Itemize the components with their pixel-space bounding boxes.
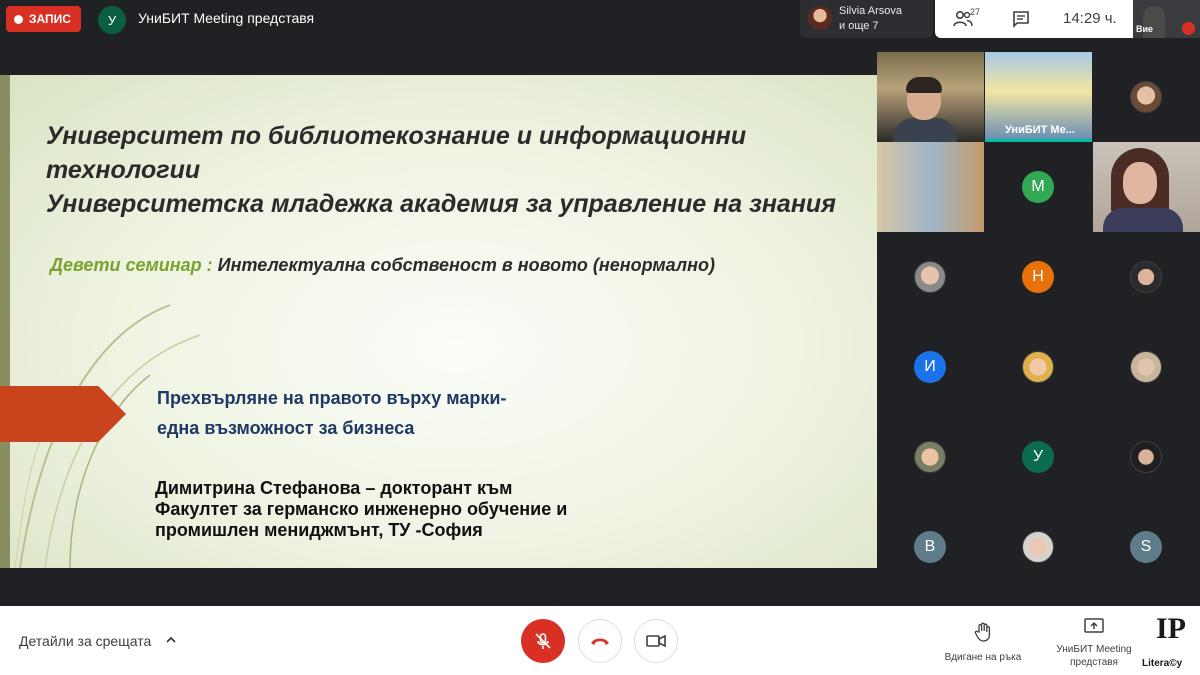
participant-tile[interactable]: У [985, 412, 1092, 502]
participant-avatar [808, 6, 832, 30]
slide-topic: Прехвърляне на правото върху марки- една… [157, 383, 506, 443]
participant-tile[interactable]: М [985, 142, 1092, 232]
tile-label: УниБИТ Ме... [1005, 124, 1075, 136]
participant-tile[interactable] [985, 322, 1092, 412]
participant-avatar: S [1130, 531, 1162, 563]
slide-title: Университет по библиотекознание и информ… [46, 119, 856, 221]
participant-avatar [1130, 81, 1162, 113]
participant-tile[interactable]: В [877, 502, 984, 592]
bottom-controls-bar: Детайли за срещата Вдигане на ръка УниБИ… [0, 606, 1200, 675]
raise-hand-button[interactable]: Вдигане на ръка [930, 622, 1036, 664]
participant-video [893, 118, 957, 142]
mic-off-icon [535, 633, 551, 649]
meet-window: ЗАПИС У УниБИТ Meeting представя Silvia … [0, 0, 1200, 675]
participant-avatar [914, 441, 946, 473]
self-mic-off-icon [1182, 22, 1195, 35]
participant-avatar [1130, 351, 1162, 383]
participant-avatar [914, 261, 946, 293]
chat-icon[interactable] [1012, 10, 1030, 28]
participant-tile[interactable]: S [1093, 502, 1200, 592]
participant-video [1123, 162, 1157, 204]
participant-avatar: И [914, 351, 946, 383]
end-call-icon [591, 638, 609, 645]
author-line3: промишлен мениджмънт, ТУ -София [155, 520, 483, 540]
participant-avatar: М [1022, 171, 1054, 203]
participant-avatar [1130, 261, 1162, 293]
topic-line1: Прехвърляне на правото върху марки- [157, 388, 507, 408]
raise-hand-label: Вдигане на ръка [944, 652, 1022, 663]
participant-name: Silvia Arsova [839, 5, 902, 17]
seminar-label: Девети семинар : [50, 255, 213, 275]
participant-tile[interactable] [1093, 232, 1200, 322]
participant-tile[interactable] [877, 52, 984, 142]
participant-tile[interactable] [877, 232, 984, 322]
presenter-text: УниБИТ Meeting представя [138, 10, 315, 26]
participant-tile[interactable]: И [877, 322, 984, 412]
camera-toggle-button[interactable] [634, 619, 678, 663]
slide-author: Димитрина Стефанова – докторант към Факу… [155, 478, 567, 541]
participant-avatar: Н [1022, 261, 1054, 293]
participant-video [906, 77, 942, 93]
participant-tile[interactable] [1093, 322, 1200, 412]
participant-avatar [1022, 531, 1054, 563]
participant-tile[interactable] [877, 142, 984, 232]
logo-letters: IP [1156, 612, 1186, 645]
participant-tile-presenting[interactable]: УниБИТ Ме... [985, 52, 1092, 142]
participant-tile[interactable] [1093, 142, 1200, 232]
presenter-avatar: У [98, 6, 126, 34]
present-icon [1084, 618, 1104, 633]
author-line1: Димитрина Стефанова – докторант към [155, 478, 513, 498]
participant-avatar [1130, 441, 1162, 473]
recording-label: ЗАПИС [29, 12, 71, 26]
participant-avatar: В [914, 531, 946, 563]
meeting-details-button[interactable]: Детайли за срещата [19, 633, 151, 649]
people-count: 27 [970, 7, 981, 17]
seminar-title: Интелектуална собственост в новото (нено… [212, 255, 715, 275]
ip-literacy-logo: IP Litera©y [1142, 612, 1196, 672]
topic-line2: една възможност за бизнеса [157, 418, 415, 438]
participant-tile[interactable] [1093, 412, 1200, 502]
recording-dot-icon [14, 14, 23, 24]
self-view-tile[interactable]: Вие [1133, 0, 1200, 38]
participant-avatar: У [1022, 441, 1054, 473]
presentation-slide: Университет по библиотекознание и информ… [0, 75, 877, 568]
active-speakers[interactable]: Silvia Arsova и още 7 [800, 0, 933, 38]
recording-badge[interactable]: ЗАПИС [6, 6, 81, 32]
chevron-up-icon[interactable] [164, 633, 178, 647]
logo-subtitle: Litera©y [1142, 658, 1183, 669]
clock: 14:29 ч. [1063, 10, 1117, 27]
participant-tile[interactable]: Н [985, 232, 1092, 322]
self-label: Вие [1136, 24, 1154, 34]
meeting-toolbar: 27 14:29 ч. [935, 0, 1133, 38]
mic-toggle-button[interactable] [521, 619, 565, 663]
slide-title-line2: Университетска младежка академия за упра… [46, 190, 836, 218]
slide-seminar: Девети семинар : Интелектуална собствено… [50, 255, 715, 276]
participant-avatar [1022, 351, 1054, 383]
present-label-line1: УниБИТ Meeting [1056, 644, 1132, 655]
participant-tile[interactable] [985, 502, 1092, 592]
participant-more: и още 7 [839, 20, 879, 32]
present-button[interactable]: УниБИТ Meeting представя [1050, 618, 1138, 669]
participant-tile[interactable] [877, 412, 984, 502]
participant-grid: УниБИТ Ме... М Н И У В S [877, 52, 1200, 593]
author-line2: Факултет за германско инженерно обучение… [155, 499, 568, 519]
participant-tile[interactable] [1093, 52, 1200, 142]
end-call-button[interactable] [578, 619, 622, 663]
slide-title-line1: Университет по библиотекознание и информ… [46, 122, 747, 184]
participant-video [1103, 208, 1183, 232]
hand-icon [974, 622, 991, 642]
present-label-line2: представя [1070, 657, 1118, 668]
camera-icon [646, 634, 666, 648]
